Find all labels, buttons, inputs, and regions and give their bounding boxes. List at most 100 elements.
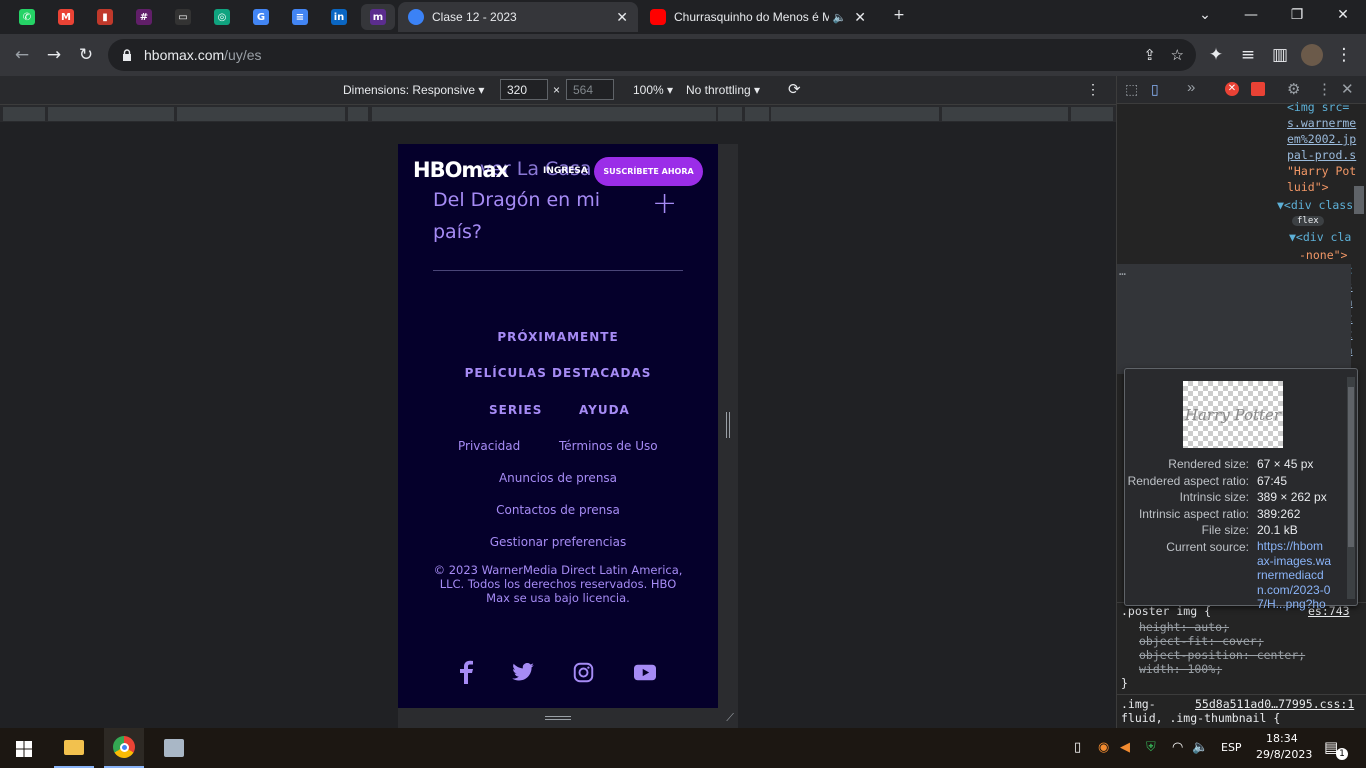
- chrome-taskbar-icon[interactable]: [104, 728, 144, 768]
- css-source-link-2[interactable]: 55d8a511ad0…77995.css:1: [1195, 697, 1354, 711]
- link-series[interactable]: SERIES: [489, 403, 542, 417]
- dom-node-line[interactable]: luid">: [1287, 180, 1329, 194]
- devtools-close-icon[interactable]: ✕: [1341, 80, 1354, 98]
- current-source-link[interactable]: n.com/2023-0: [1257, 583, 1330, 597]
- address-bar[interactable]: hbomax.com/uy/es ⇪ ☆: [108, 39, 1196, 71]
- share-icon[interactable]: ⇪: [1143, 46, 1156, 64]
- rotate-icon[interactable]: ⟳: [788, 80, 801, 98]
- resize-corner-icon[interactable]: ⟋: [726, 712, 734, 725]
- tray-app-icon[interactable]: ◉: [1098, 740, 1109, 755]
- link-proximamente[interactable]: PRÓXIMAMENTE: [398, 330, 718, 344]
- tray-speaker-alert-icon[interactable]: ◀: [1120, 740, 1130, 755]
- tab-clase-12[interactable]: Clase 12 - 2023 ✕: [398, 2, 638, 32]
- dom-node-line[interactable]: s.warnerme: [1287, 116, 1356, 130]
- dom-node-line[interactable]: em%2002.jp: [1287, 132, 1356, 146]
- css-prop-width[interactable]: width: 100%;: [1139, 662, 1222, 676]
- popover-scrollbar[interactable]: [1347, 377, 1355, 599]
- dom-node-line[interactable]: flex: [1292, 216, 1324, 226]
- elements-scrollbar[interactable]: [1354, 186, 1364, 214]
- ingresa-link[interactable]: INGRESA: [543, 166, 588, 176]
- pinned-tab[interactable]: ✆: [10, 4, 44, 30]
- tab-search-icon[interactable]: ⌄: [1182, 0, 1228, 30]
- device-more-icon[interactable]: ⋮: [1086, 81, 1100, 98]
- faq-expand-icon[interactable]: +: [652, 186, 677, 221]
- language-indicator[interactable]: ESP: [1221, 741, 1242, 754]
- media-control-icon[interactable]: ≡: [1234, 41, 1262, 69]
- pinned-tab[interactable]: M: [49, 4, 83, 30]
- css-prop-object-fit[interactable]: object-fit: cover;: [1139, 634, 1264, 648]
- device-toggle-icon[interactable]: ▯: [1151, 81, 1159, 98]
- back-button[interactable]: ←: [8, 41, 36, 69]
- link-contactos-prensa[interactable]: Contactos de prensa: [398, 503, 718, 517]
- current-source-link[interactable]: rnermediacd: [1257, 568, 1324, 582]
- app-taskbar-icon[interactable]: [154, 728, 194, 768]
- volume-icon[interactable]: 🔈: [1192, 740, 1208, 755]
- pinned-tab[interactable]: ▮: [88, 4, 122, 30]
- more-tabs-icon[interactable]: »: [1187, 79, 1195, 96]
- zoom-select[interactable]: 100% ▾: [633, 83, 673, 97]
- tab-close-icon[interactable]: ✕: [846, 9, 866, 26]
- clock-date[interactable]: 29/8/2023: [1256, 748, 1312, 761]
- devtools-menu-icon[interactable]: ⋮: [1317, 80, 1332, 98]
- side-panel-icon[interactable]: ▥: [1266, 41, 1294, 69]
- tray-security-icon[interactable]: ⛨: [1146, 740, 1156, 755]
- settings-gear-icon[interactable]: ⚙: [1287, 80, 1300, 98]
- close-window-button[interactable]: ✕: [1320, 0, 1366, 30]
- extensions-icon[interactable]: ✦: [1202, 41, 1230, 69]
- dom-node-line[interactable]: ▼<div cla: [1289, 230, 1351, 244]
- new-tab-button[interactable]: +: [884, 0, 914, 30]
- css-selector-poster[interactable]: .poster img {: [1121, 604, 1211, 618]
- css-prop-object-position[interactable]: object-position: center;: [1139, 648, 1305, 662]
- facebook-icon[interactable]: [458, 660, 474, 684]
- link-terminos[interactable]: Términos de Uso: [559, 439, 658, 453]
- windows-start-icon[interactable]: [16, 741, 32, 757]
- subscribe-button[interactable]: SUSCRÍBETE AHORA: [594, 157, 703, 186]
- viewport-resize-handle-right[interactable]: [718, 144, 738, 708]
- file-explorer-icon[interactable]: [54, 728, 94, 768]
- media-query-ruler[interactable]: [0, 104, 1116, 122]
- dom-node-line[interactable]: ▼<div class: [1277, 198, 1353, 212]
- css-selector-img-fluid[interactable]: .img-: [1121, 697, 1156, 711]
- issues-badge-icon[interactable]: [1251, 82, 1265, 96]
- instagram-icon[interactable]: [573, 662, 594, 683]
- avatar[interactable]: [1298, 41, 1326, 69]
- node-ellipsis-icon[interactable]: …: [1119, 264, 1126, 278]
- pinned-tab[interactable]: ≡: [283, 4, 317, 30]
- link-privacidad[interactable]: Privacidad: [458, 439, 520, 453]
- speaker-icon[interactable]: 🔈: [833, 11, 847, 24]
- forward-button[interactable]: →: [40, 41, 68, 69]
- height-input[interactable]: 564: [566, 79, 614, 100]
- throttling-select[interactable]: No throttling ▾: [686, 83, 760, 97]
- link-peliculas-destacadas[interactable]: PELÍCULAS DESTACADAS: [398, 366, 718, 380]
- pinned-tab[interactable]: ▭: [166, 4, 200, 30]
- tray-tablet-icon[interactable]: ▯: [1074, 740, 1081, 755]
- pinned-tab[interactable]: #: [127, 4, 161, 30]
- bookmark-star-icon[interactable]: ☆: [1171, 46, 1184, 64]
- current-source-link[interactable]: ax-images.wa: [1257, 554, 1331, 568]
- reload-button[interactable]: ↻: [72, 41, 100, 69]
- dom-node-line[interactable]: pal-prod.s: [1287, 148, 1356, 162]
- css-prop-height[interactable]: height: auto;: [1139, 620, 1229, 634]
- pinned-tab[interactable]: G: [244, 4, 278, 30]
- inspect-element-icon[interactable]: ⬚: [1125, 81, 1138, 98]
- current-source-link[interactable]: 7/H...png?ho: [1257, 597, 1326, 611]
- pinned-tab[interactable]: m: [361, 4, 395, 30]
- dimensions-select[interactable]: Dimensions: Responsive ▾: [343, 83, 484, 97]
- wifi-icon[interactable]: ◠: [1172, 740, 1183, 755]
- menu-kebab-icon[interactable]: ⋮: [1330, 41, 1358, 69]
- youtube-icon[interactable]: [634, 664, 656, 681]
- link-gestionar-preferencias[interactable]: Gestionar preferencias: [398, 535, 718, 549]
- width-input[interactable]: 320: [500, 79, 548, 100]
- clock-time[interactable]: 18:34: [1266, 732, 1298, 745]
- current-source-link[interactable]: https://hbom: [1257, 539, 1323, 553]
- error-badge-icon[interactable]: ✕: [1225, 82, 1239, 96]
- link-anuncios-prensa[interactable]: Anuncios de prensa: [398, 471, 718, 485]
- pinned-tab[interactable]: in: [322, 4, 356, 30]
- css-selector-img-fluid-2[interactable]: fluid, .img-thumbnail {: [1121, 711, 1280, 725]
- link-ayuda[interactable]: AYUDA: [579, 403, 630, 417]
- hbomax-logo[interactable]: HBOmax: [413, 158, 509, 182]
- pinned-tab[interactable]: ◎: [205, 4, 239, 30]
- minimize-button[interactable]: —: [1228, 0, 1274, 30]
- viewport-resize-handle-bottom[interactable]: ⟋: [398, 708, 738, 728]
- tab-youtube[interactable]: Churrasquinho do Menos é M 🔈 ✕: [640, 2, 876, 32]
